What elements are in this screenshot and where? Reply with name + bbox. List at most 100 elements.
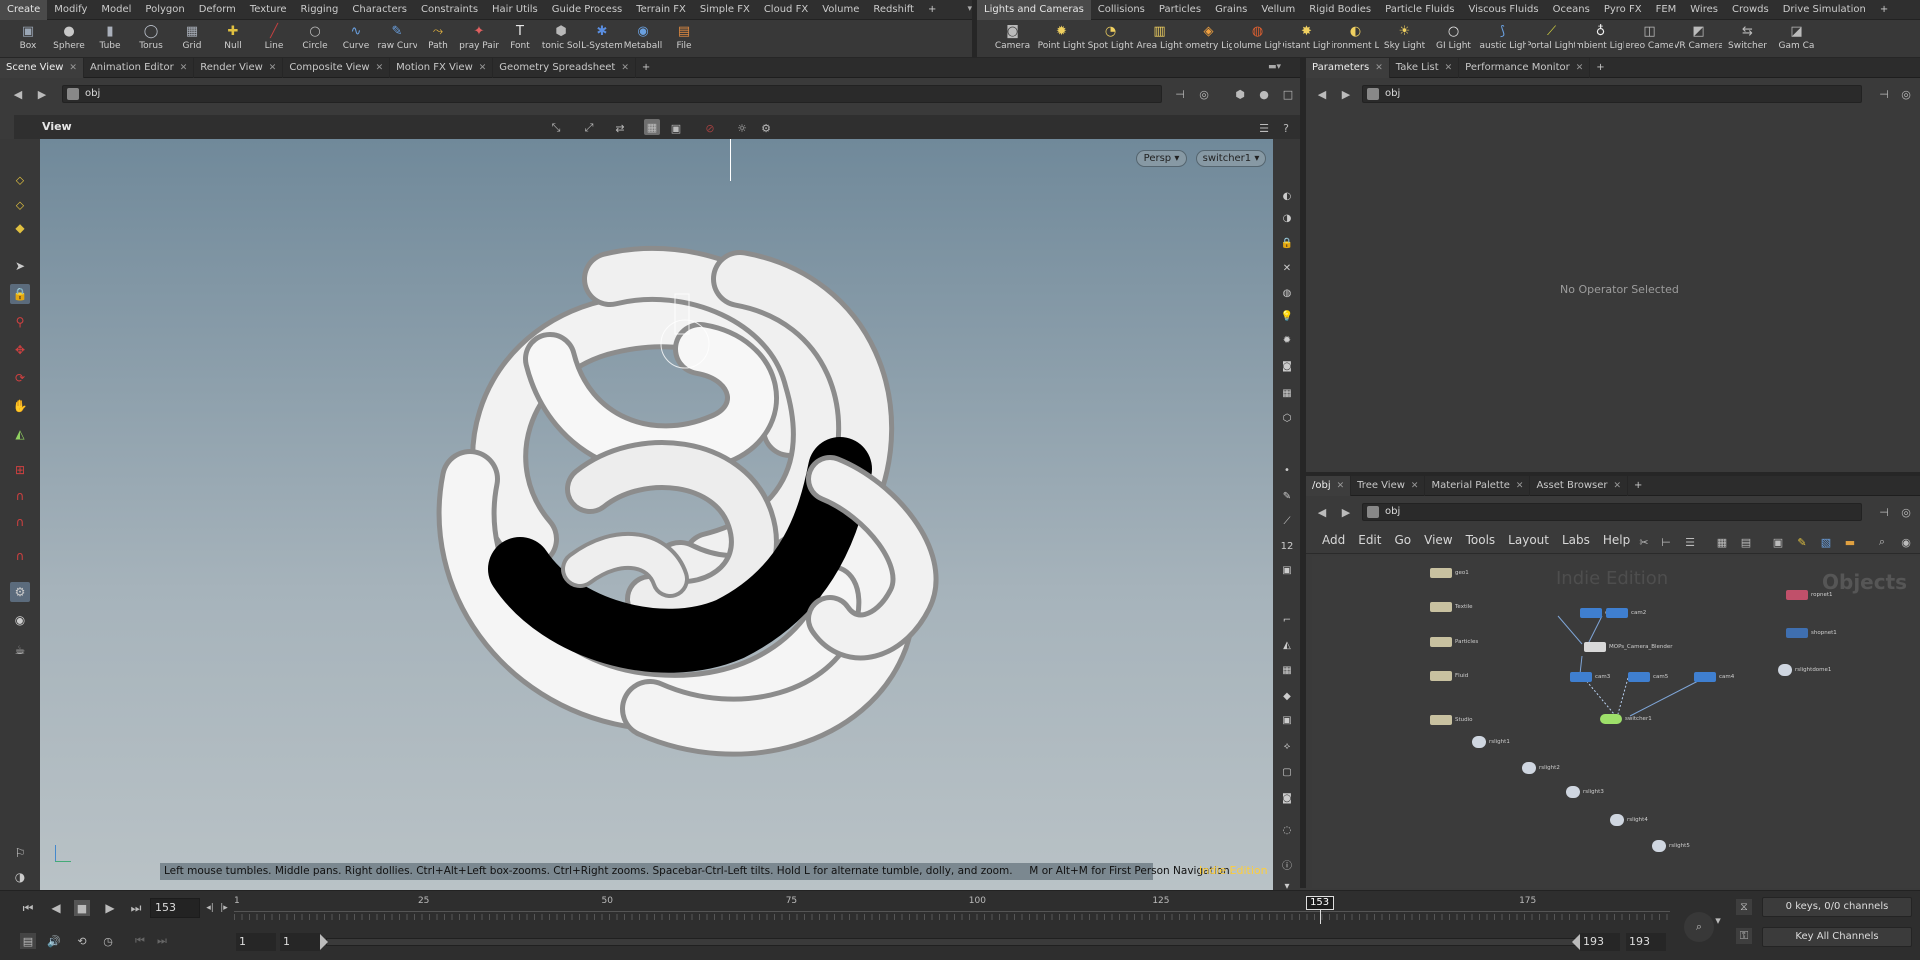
toolbar-lock-icon[interactable]: 🔒 [10, 284, 30, 304]
network-node[interactable]: Fluid [1430, 671, 1468, 681]
shelf-right-tab[interactable]: Particle Fluids [1378, 0, 1461, 20]
toolbar-move-icon[interactable]: ✥ [10, 340, 30, 360]
tool-sphere[interactable]: ● Sphere [49, 20, 89, 58]
toolbar-light-icon[interactable]: ⚐ [10, 843, 30, 863]
end-frame-field[interactable]: 193 [1580, 933, 1620, 951]
scene-pane-tab[interactable]: Scene View ✕ [0, 57, 84, 78]
shelf-tab[interactable]: Constraints [414, 0, 485, 20]
side-shading-icon[interactable]: ◍ [1280, 285, 1294, 301]
shelf-right-tab[interactable]: Wires [1683, 0, 1725, 20]
toolbar-render-region-icon[interactable]: ◉ [10, 610, 30, 630]
side-pen-icon[interactable]: ✎ [1280, 488, 1294, 504]
key-icon[interactable]: ⚿ [1736, 928, 1752, 944]
realtime-icon[interactable]: ◷ [100, 933, 116, 949]
step-back-icon[interactable]: ◀ [48, 900, 64, 916]
network-pane-tab[interactable]: Asset Browser ✕ [1530, 475, 1629, 496]
network-editor[interactable]: Indie Edition Objects geo1 Textile Particl… [1312, 556, 1920, 888]
audio-scrub-dropdown-icon[interactable]: ▾ [1710, 912, 1726, 928]
shelf-right-add-tab-icon[interactable]: + [1873, 0, 1895, 20]
side-lock-icon[interactable]: 🔒 [1280, 235, 1294, 251]
timeline-track[interactable]: 1 25 50 75 100 125 175 153 [234, 896, 1670, 924]
network-node[interactable]: rslightdome1 [1778, 664, 1831, 676]
tool-vr-camera[interactable]: ◩ VR Camera [1675, 20, 1722, 58]
side-point-icon[interactable]: • [1280, 462, 1294, 478]
tool-environment-light[interactable]: ◐ Environment Light [1332, 20, 1379, 58]
end-frame-field-2[interactable]: 193 [1626, 933, 1666, 951]
network-pane-tab[interactable]: Tree View ✕ [1351, 475, 1426, 496]
view-stop-icon[interactable]: ⊘ [702, 120, 718, 136]
view-tool-icon-3[interactable]: ⇄ [612, 120, 628, 136]
range-end-handle[interactable] [1572, 934, 1580, 950]
audio-icon[interactable]: 🔊 [46, 933, 62, 949]
shelf-tab[interactable]: Guide Process [545, 0, 629, 20]
tool-portal-light[interactable]: ⟋ Portal Light [1528, 20, 1575, 58]
toolbar-handle2-icon[interactable]: ⚙ [10, 582, 30, 602]
network-back-arrow-icon[interactable]: ◀ [1314, 504, 1330, 520]
side-wand-icon[interactable]: ⟋ [1280, 513, 1294, 529]
toolbar-sculpt-icon[interactable]: ◆ [10, 218, 30, 238]
close-icon[interactable]: ✕ [1516, 476, 1524, 496]
network-link-icon[interactable]: ◎ [1898, 504, 1914, 520]
network-node[interactable]: cam2 [1606, 608, 1646, 618]
network-node[interactable]: rslight3 [1566, 786, 1604, 798]
side-ghost-icon[interactable]: ◑ [1280, 210, 1294, 226]
close-icon[interactable]: ✕ [1445, 58, 1453, 78]
tool-stereo-camera[interactable]: ◫ Stereo Camera [1626, 20, 1673, 58]
tool-torus[interactable]: ◯ Torus [131, 20, 171, 58]
params-back-arrow-icon[interactable]: ◀ [1314, 86, 1330, 102]
network-node[interactable]: rslight4 [1610, 814, 1648, 826]
camera-node-button[interactable]: switcher1 ▾ [1196, 150, 1266, 167]
params-pane-tab[interactable]: Performance Monitor ✕ [1459, 57, 1591, 78]
shelf-tab[interactable]: Texture [243, 0, 294, 20]
toolbar-visibility-icon[interactable]: ◑ [10, 867, 30, 887]
shelf-tab[interactable]: Volume [815, 0, 866, 20]
network-tool-icon-2[interactable]: ⊢ [1658, 534, 1674, 550]
network-menu-tools[interactable]: Tools [1466, 533, 1496, 547]
side-grid-icon[interactable]: ▦ [1280, 385, 1294, 401]
shelf-right-tab[interactable]: Particles [1152, 0, 1208, 20]
toolbar-select-arrow-icon[interactable]: ➤ [10, 256, 30, 276]
network-grid-icon[interactable]: ▦ [1714, 534, 1730, 550]
close-icon[interactable]: ✕ [1576, 58, 1584, 78]
network-node[interactable]: rslight1 [1472, 736, 1510, 748]
side-camera-icon[interactable]: ◙ [1280, 358, 1294, 374]
network-pane-tab[interactable]: Material Palette ✕ [1425, 475, 1531, 496]
scene-pane-tab[interactable]: Geometry Spreadsheet ✕ [493, 57, 636, 78]
realtime-toggle-icon[interactable]: ⧖ [1736, 899, 1752, 915]
scene-pane-tab[interactable]: Composite View ✕ [283, 57, 391, 78]
shelf-tab[interactable]: Cloud FX [757, 0, 815, 20]
toolbar-view-icon[interactable]: ◭ [10, 424, 30, 444]
shelf-right-tab[interactable]: Crowds [1725, 0, 1776, 20]
shelf-right-tab[interactable]: Viscous Fluids [1461, 0, 1545, 20]
side-info-icon[interactable]: ◌ [1280, 822, 1294, 838]
params-pane-add-tab-icon[interactable]: + [1590, 58, 1610, 78]
key-all-channels-button[interactable]: Key All Channels [1762, 927, 1912, 947]
network-path-field[interactable]: obj [1362, 503, 1862, 521]
tool-ambient-light[interactable]: ♁ Ambient Light [1577, 20, 1624, 58]
shelf-tab[interactable]: Model [94, 0, 138, 20]
network-node[interactable]: Textile [1430, 602, 1473, 612]
range-start-handle[interactable] [320, 934, 328, 950]
range-slider[interactable] [326, 938, 1576, 946]
network-node[interactable]: Studio [1430, 715, 1473, 725]
tool-camera[interactable]: ◙ Camera [989, 20, 1036, 58]
side-bulb-icon[interactable]: ✹ [1280, 332, 1294, 348]
tool-grid[interactable]: ▦ Grid [172, 20, 212, 58]
tool-geometry-light[interactable]: ◈ Geometry Light [1185, 20, 1232, 58]
shelf-tab[interactable]: Rigging [293, 0, 345, 20]
toolbar-rotate-icon[interactable]: ⟳ [10, 368, 30, 388]
go-to-end-icon[interactable]: ⏭ [128, 900, 144, 916]
close-icon[interactable]: ✕ [1375, 58, 1383, 78]
side-wand2-icon[interactable]: ◭ [1280, 637, 1294, 653]
close-icon[interactable]: ✕ [269, 58, 277, 78]
close-icon[interactable]: ✕ [479, 58, 487, 78]
tool-metaball[interactable]: ◉ Metaball [623, 20, 663, 58]
view-tool-icon-4[interactable]: ▦ [644, 119, 660, 135]
params-pane-tab[interactable]: Take List ✕ [1390, 57, 1460, 78]
side-bake-icon[interactable]: ▢ [1280, 764, 1294, 780]
shelf-tab[interactable]: Redshift [866, 0, 921, 20]
network-node[interactable]: cam4 [1694, 672, 1734, 682]
network-menu-help[interactable]: Help [1603, 533, 1630, 547]
close-icon[interactable]: ✕ [69, 58, 77, 78]
go-to-start-icon[interactable]: ⏮ [20, 900, 36, 916]
